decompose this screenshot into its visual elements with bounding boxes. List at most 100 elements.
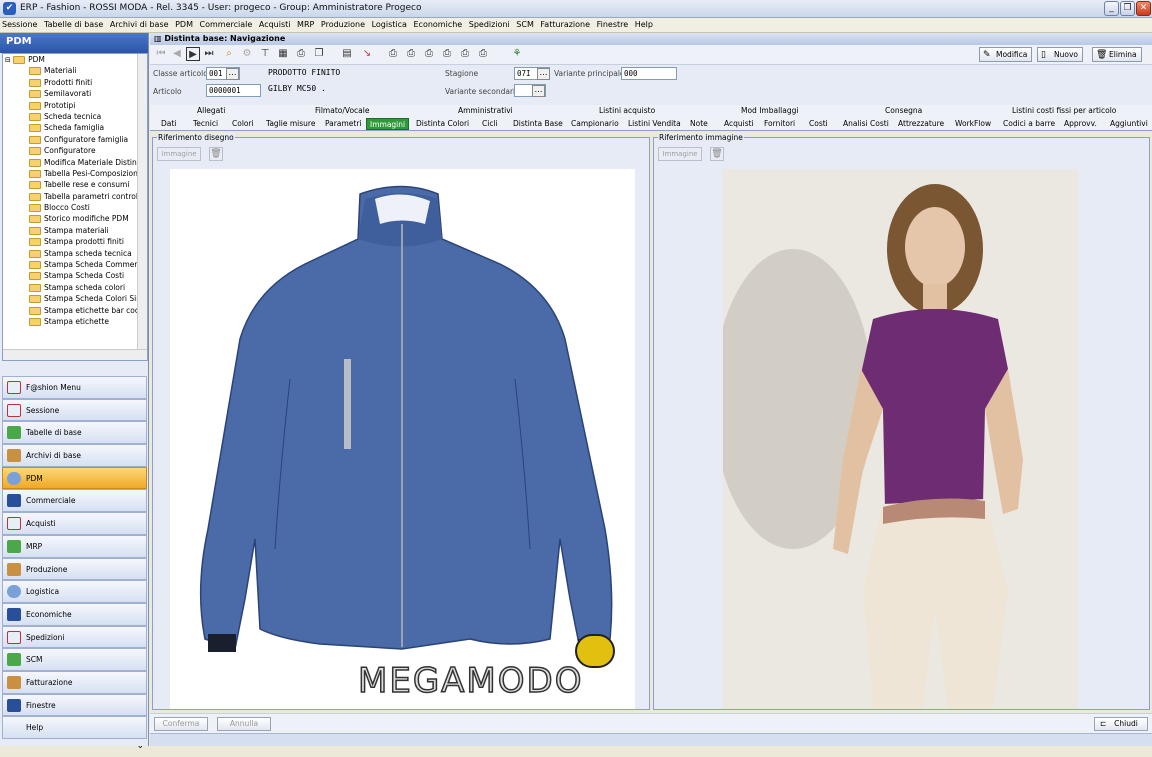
tree-item[interactable]: Scheda tecnica [3, 111, 147, 122]
export-icon[interactable]: ↘ [360, 47, 374, 61]
chiudi-button[interactable]: ⊏ Chiudi [1094, 717, 1148, 731]
tab-approvv[interactable]: Approvv. [1061, 118, 1100, 130]
tree-item[interactable]: Configuratore famiglia [3, 134, 147, 145]
next-record-icon[interactable]: ▶ [186, 47, 200, 61]
menu-mrp[interactable]: MRP [295, 18, 316, 31]
tree-item[interactable]: Blocco Costi [3, 202, 147, 213]
tree-item[interactable]: Tabella Pesi-Composizione [3, 168, 147, 179]
module-pdm[interactable]: PDM [2, 466, 147, 490]
tab-fornitori[interactable]: Fornitori [761, 118, 798, 130]
tree-horizontal-scrollbar[interactable] [3, 349, 147, 360]
settings-icon[interactable]: ⚙ [240, 47, 254, 61]
module-economiche[interactable]: Economiche [2, 602, 147, 626]
first-record-icon[interactable]: ⏮ [154, 47, 168, 61]
module-help[interactable]: Help [2, 716, 147, 739]
tab-immagini[interactable]: Immagini [366, 118, 410, 130]
menu-sessione[interactable]: Sessione [0, 18, 39, 31]
tab-codici-a-barre[interactable]: Codici a barre [1000, 118, 1058, 130]
restore-button[interactable]: ❐ [1120, 1, 1135, 16]
menu-acquisti[interactable]: Acquisti [257, 18, 293, 31]
tree-item-root[interactable]: ⊟ PDM [3, 54, 147, 65]
nuovo-button[interactable]: ▯ Nuovo [1037, 47, 1083, 62]
tree-icon[interactable]: ⚘ [510, 47, 524, 61]
tab-campionario[interactable]: Campionario [568, 118, 622, 130]
tab-costi[interactable]: Costi [806, 118, 831, 130]
menu-tabelle-di-base[interactable]: Tabelle di base [42, 18, 105, 31]
copy-icon[interactable]: ❐ [312, 47, 326, 61]
menu-spedizioni[interactable]: Spedizioni [467, 18, 512, 31]
module-acquisti[interactable]: Acquisti [2, 512, 147, 535]
tree-item[interactable]: Tabelle rese e consumi [3, 179, 147, 190]
module-tabelle-di-base[interactable]: Tabelle di base [2, 421, 147, 445]
module-spedizioni[interactable]: Spedizioni [2, 625, 147, 649]
variante-principale-input[interactable]: 000 [621, 67, 677, 80]
stagione-lookup-button[interactable]: … [537, 68, 550, 80]
variante-secondaria-lookup-button[interactable]: … [532, 85, 545, 97]
tab-attrezzature[interactable]: Attrezzature [895, 118, 947, 130]
module-fatturazione[interactable]: Fatturazione [2, 670, 147, 694]
grid-icon[interactable]: ▦ [276, 47, 290, 61]
tree-item[interactable]: Stampa Scheda Costi [3, 270, 147, 281]
tab-listini-acquisto[interactable]: Listini acquisto [599, 106, 655, 115]
module-finestre[interactable]: Finestre [2, 693, 147, 717]
classe-lookup-button[interactable]: … [226, 68, 239, 80]
menu-commerciale[interactable]: Commerciale [198, 18, 255, 31]
tab-acquisti[interactable]: Acquisti [721, 118, 757, 130]
elimina-button[interactable]: 🗑 Elimina [1092, 47, 1142, 62]
tree-item[interactable]: Stampa etichette bar code [3, 305, 147, 316]
menu-fatturazione[interactable]: Fatturazione [538, 18, 592, 31]
tree-item[interactable]: Stampa etichette [3, 316, 147, 327]
tree-item[interactable]: Prodotti finiti [3, 77, 147, 88]
tree-item[interactable]: Stampa scheda colori [3, 282, 147, 293]
print-icon[interactable]: ⎙ [458, 47, 472, 61]
tab-consegna[interactable]: Consegna [885, 106, 922, 115]
module-mrp[interactable]: MRP [2, 534, 147, 558]
module-logistica[interactable]: Logistica [2, 580, 147, 603]
tab-colori[interactable]: Colori [229, 118, 257, 130]
tab-parametri[interactable]: Parametri [322, 118, 365, 130]
print-icon[interactable]: ⎙ [440, 47, 454, 61]
tree-item[interactable]: Tabella parametri controllo [3, 191, 147, 202]
tree-item[interactable]: Stampa Scheda Colori Sinte [3, 293, 147, 304]
print-icon[interactable]: ⎙ [476, 47, 490, 61]
tab-aggiuntivi[interactable]: Aggiuntivi [1107, 118, 1151, 130]
menu-archivi-di-base[interactable]: Archivi di base [108, 18, 171, 31]
tree-item[interactable]: Scheda famiglia [3, 122, 147, 133]
menu-help[interactable]: Help [633, 18, 655, 31]
conferma-button[interactable]: Conferma [154, 717, 208, 731]
tab-dati[interactable]: Dati [158, 118, 179, 130]
print-icon[interactable]: ⎙ [294, 47, 308, 61]
menu-finestre[interactable]: Finestre [595, 18, 631, 31]
modifica-button[interactable]: ✎ Modifica [979, 47, 1033, 62]
tab-allegati[interactable]: Allegati [197, 106, 225, 115]
menu-economiche[interactable]: Economiche [411, 18, 464, 31]
menu-logistica[interactable]: Logistica [370, 18, 409, 31]
menu-produzione[interactable]: Produzione [319, 18, 367, 31]
chevron-down-icon[interactable]: ⌄ [136, 741, 144, 751]
print-icon[interactable]: ⎙ [422, 47, 436, 61]
tree-item[interactable]: Prototipi [3, 100, 147, 111]
tab-filmato-vocale[interactable]: Filmato/Vocale [315, 106, 369, 115]
articolo-input[interactable]: 0000001 [206, 84, 261, 97]
tab-taglie-misure[interactable]: Taglie misure [263, 118, 318, 130]
module-sessione[interactable]: Sessione [2, 398, 147, 422]
tab-cicli[interactable]: Cicli [479, 118, 501, 130]
tab-workflow[interactable]: WorkFlow [952, 118, 994, 130]
minimize-button[interactable]: _ [1104, 1, 1119, 16]
nav-tree[interactable]: ⊟ PDM Materiali Prodotti finiti Semilavo… [2, 53, 148, 361]
tree-item[interactable]: Stampa Scheda Commercia [3, 259, 147, 270]
annulla-button[interactable]: Annulla [217, 717, 271, 731]
tree-item[interactable]: Materiali [3, 65, 147, 76]
trash-icon[interactable]: 🗑 [710, 147, 724, 161]
module-fashion-menu[interactable]: F@shion Menu [2, 376, 147, 399]
tree-item[interactable]: Stampa prodotti finiti [3, 236, 147, 247]
tree-vertical-scrollbar[interactable] [137, 54, 147, 350]
print-icon[interactable]: ⎙ [386, 47, 400, 61]
module-archivi-di-base[interactable]: Archivi di base [2, 444, 147, 467]
module-scm[interactable]: SCM [2, 648, 147, 671]
drawing-image-button[interactable]: Immagine [157, 147, 201, 161]
filter-icon[interactable]: ⊤ [258, 47, 272, 61]
last-record-icon[interactable]: ⏭ [202, 47, 216, 61]
tree-item[interactable]: Stampa scheda tecnica [3, 248, 147, 259]
tree-item[interactable]: Modifica Materiale Distinta [3, 157, 147, 168]
